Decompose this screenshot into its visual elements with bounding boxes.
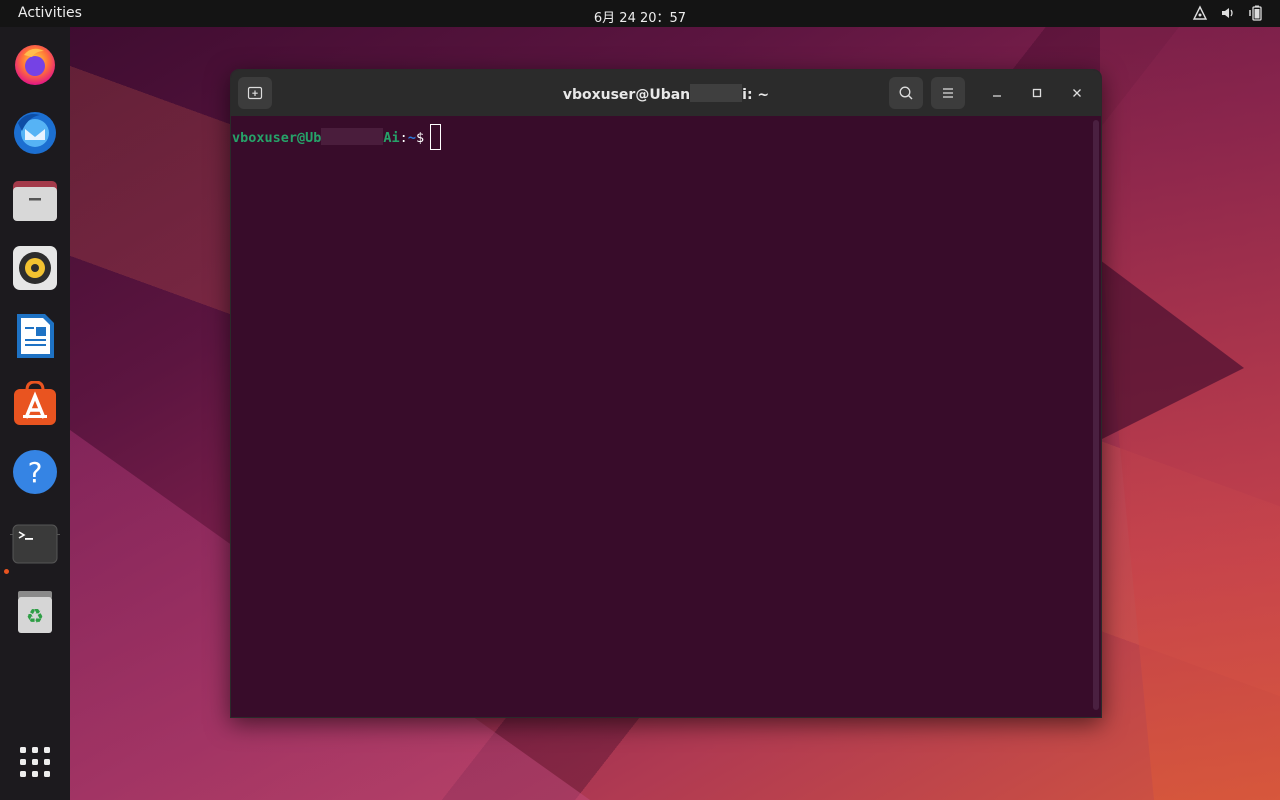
terminal-icon [12,524,58,564]
minimize-icon [993,95,1001,97]
thunderbird-launcher[interactable] [12,109,58,155]
svg-text:?: ? [28,456,43,489]
show-applications-button[interactable] [12,739,58,785]
firefox-icon [15,45,55,85]
search-button[interactable] [889,77,923,109]
system-tray[interactable] [1192,5,1264,25]
app-grid-icon [20,747,50,777]
terminal-window[interactable]: vboxuser@Uban i: ~ vboxuser@Ub Ai:~$ [230,69,1102,718]
rhythmbox-launcher[interactable] [12,245,58,291]
dock: ? ♻ [0,27,70,800]
top-bar: Activities 6月 24 20：57 [0,0,1280,27]
window-title: vboxuser@Uban i: ~ [231,84,1101,103]
volume-icon[interactable] [1220,5,1236,25]
prompt-colon: : [399,130,408,146]
menu-button[interactable] [931,77,965,109]
maximize-icon [1032,88,1042,98]
terminal-content[interactable]: vboxuser@Ub Ai:~$ [231,116,1089,717]
text-cursor [430,124,442,150]
window-title-suffix: i: ~ [742,87,770,103]
help-icon: ? [13,450,57,494]
software-icon [14,380,56,425]
maximize-button[interactable] [1026,82,1048,104]
prompt-user: vboxuser@Ub [232,130,322,146]
writer-launcher[interactable] [12,313,58,359]
minimize-button[interactable] [986,82,1008,104]
prompt-host-tail: Ai [383,130,400,146]
help-launcher[interactable]: ? [12,449,58,495]
close-button[interactable] [1066,82,1088,104]
clock[interactable]: 6月 24 20：57 [0,7,1280,26]
terminal-scrollbar[interactable] [1093,120,1099,710]
terminal-headerbar[interactable]: vboxuser@Uban i: ~ [231,70,1101,116]
battery-icon[interactable] [1248,5,1264,25]
running-indicator [4,569,9,574]
redacted-block [321,128,384,145]
close-icon [1073,89,1081,97]
trash-launcher[interactable]: ♻ [12,589,58,635]
redacted-block [690,84,743,102]
thunderbird-icon [14,112,56,154]
hamburger-icon [943,88,953,98]
firefox-launcher[interactable] [12,41,58,87]
files-icon [13,181,57,221]
files-launcher[interactable] [12,177,58,223]
writer-icon [17,314,54,358]
prompt-path: ~ [407,130,416,146]
trash-icon: ♻ [18,591,52,633]
network-icon[interactable] [1192,5,1208,25]
rhythmbox-icon [13,246,57,290]
shell-prompt: vboxuser@Ub Ai:~$ [232,124,442,150]
terminal-launcher[interactable] [12,521,58,567]
ubuntu-software-launcher[interactable] [12,380,58,427]
prompt-symbol: $ [415,130,425,146]
svg-text:♻: ♻ [26,604,44,628]
window-title-prefix: vboxuser@Uban [562,87,691,103]
search-icon [899,86,913,100]
